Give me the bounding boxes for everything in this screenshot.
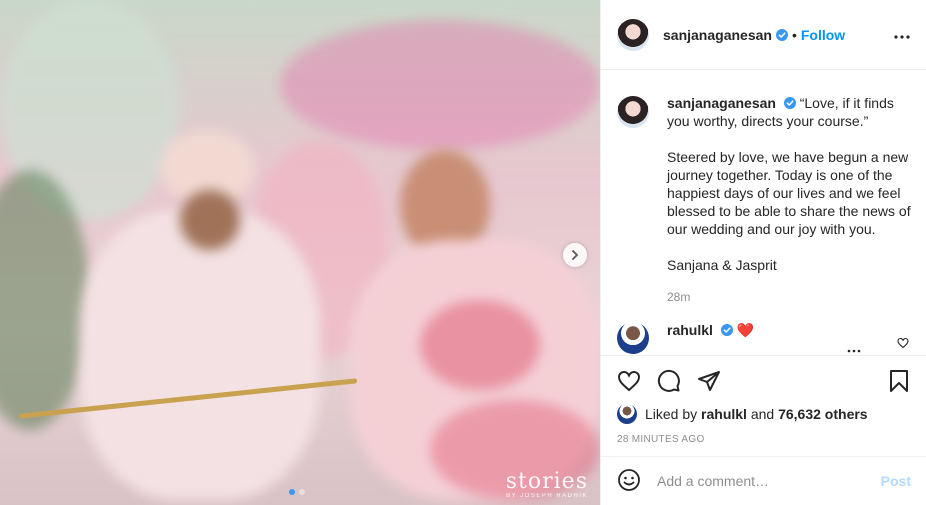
heart-icon — [617, 370, 641, 392]
share-icon — [698, 371, 720, 391]
like-button[interactable] — [617, 369, 641, 393]
carousel-dot — [299, 489, 305, 495]
comment-row: rahulkl ❤️ — [617, 322, 911, 355]
caption-avatar[interactable] — [617, 96, 649, 128]
comment-like-button[interactable] — [897, 336, 909, 354]
action-icons — [617, 368, 911, 394]
comment-input[interactable] — [657, 473, 881, 489]
comment-more-button[interactable] — [847, 340, 861, 355]
post-timestamp[interactable]: 28 MINUTES AGO — [617, 434, 911, 445]
post-actions: Liked by rahulkl and 76,632 others 28 MI… — [601, 355, 926, 445]
caption-paragraph: Steered by love, we have begun a new jou… — [667, 149, 911, 237]
comment-body: rahulkl ❤️ — [667, 322, 754, 339]
likes-others[interactable]: 76,632 others — [778, 406, 868, 422]
verified-icon — [775, 28, 788, 41]
photo-watermark: stories BY JOSEPH RADHIK — [505, 469, 588, 500]
commenter-username[interactable]: rahulkl — [667, 322, 713, 338]
commenter-avatar[interactable] — [617, 322, 649, 354]
caption-first-line: sanjanaganesan “Love, if it finds you wo… — [667, 94, 911, 130]
follow-button[interactable]: Follow — [801, 27, 845, 43]
likes-summary: Liked by rahulkl and 76,632 others — [617, 404, 911, 424]
carousel-dot-active — [289, 489, 295, 495]
comment-text: ❤️ — [736, 322, 755, 338]
share-button[interactable] — [697, 369, 721, 393]
bookmark-icon — [890, 370, 908, 392]
more-icon — [847, 349, 861, 353]
post-sidebar: sanjanaganesan • Follow sanjanaganesan “… — [600, 0, 926, 505]
comment-icon — [657, 369, 680, 392]
likes-user[interactable]: rahulkl — [701, 406, 747, 422]
verified-icon — [783, 97, 796, 109]
liker-avatar[interactable] — [617, 404, 637, 424]
caption-signature: Sanjana & Jasprit — [667, 257, 777, 273]
save-button[interactable] — [887, 369, 911, 393]
chevron-right-icon — [572, 250, 578, 260]
comments-section: sanjanaganesan “Love, if it finds you wo… — [601, 70, 926, 355]
header-separator: • — [791, 26, 797, 43]
caption: sanjanaganesan “Love, if it finds you wo… — [617, 94, 911, 306]
more-options-button[interactable] — [894, 26, 910, 44]
post-photo[interactable]: stories BY JOSEPH RADHIK — [0, 0, 600, 505]
likes-and: and — [750, 406, 775, 422]
likes-prefix: Liked by — [645, 406, 698, 422]
watermark-title: stories — [505, 469, 588, 494]
more-icon — [894, 34, 910, 39]
caption-body: sanjanaganesan “Love, if it finds you wo… — [667, 94, 911, 306]
post-header: sanjanaganesan • Follow — [601, 0, 926, 70]
verified-icon — [720, 324, 733, 336]
watermark-credit: BY JOSEPH RADHIK — [506, 493, 588, 499]
author-avatar[interactable] — [617, 18, 649, 51]
caption-time[interactable]: 28m — [667, 288, 911, 306]
post-comment-button[interactable]: Post — [881, 473, 911, 489]
caption-username[interactable]: sanjanaganesan — [667, 95, 776, 111]
emoji-icon — [618, 469, 640, 491]
author-username[interactable]: sanjanaganesan — [663, 27, 772, 43]
next-slide-button[interactable] — [563, 243, 587, 267]
carousel-dots — [289, 489, 305, 495]
emoji-button[interactable] — [617, 468, 643, 494]
add-comment-bar: Post — [601, 456, 926, 505]
comment-button[interactable] — [657, 369, 681, 393]
heart-icon — [897, 337, 909, 349]
